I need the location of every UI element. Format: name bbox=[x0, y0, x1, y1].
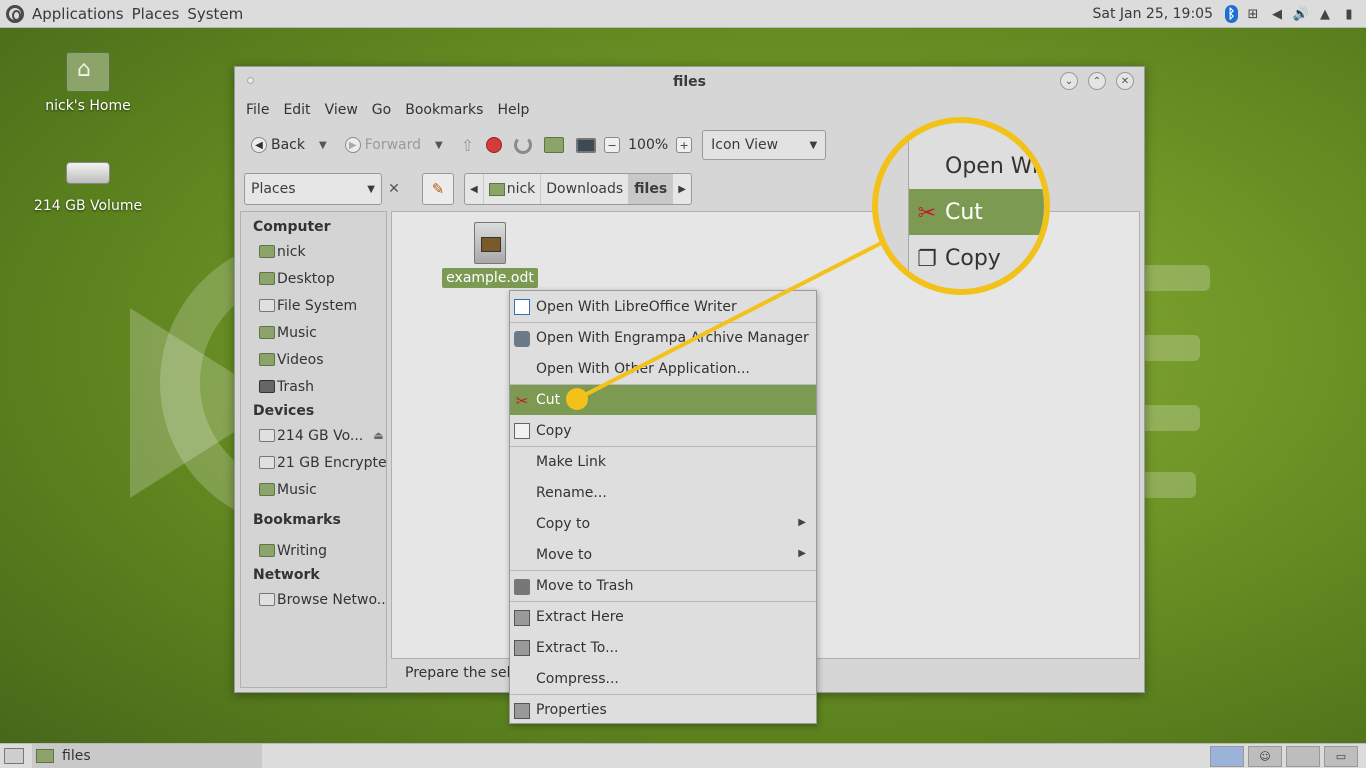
bottom-panel: files ☺ ▭ bbox=[0, 743, 1366, 768]
workspace-3[interactable] bbox=[1286, 746, 1320, 767]
zoom-row-label: Copy bbox=[945, 245, 1001, 271]
zoom-callout: Open Wit ✂ Cut ❐ Copy bbox=[872, 117, 1050, 295]
zoom-row-cut: ✂ Cut bbox=[909, 189, 1044, 235]
taskbar-button-files[interactable]: files bbox=[32, 743, 262, 768]
show-desktop-icon[interactable] bbox=[4, 748, 24, 764]
zoom-callout-menu: Open Wit ✂ Cut ❐ Copy bbox=[908, 123, 1047, 289]
taskbar-label: files bbox=[62, 748, 91, 764]
zoom-row-open-with: Open Wit bbox=[909, 143, 1047, 189]
workspace-4[interactable]: ▭ bbox=[1324, 746, 1358, 767]
callout-line bbox=[576, 235, 894, 401]
copy-icon: ❐ bbox=[917, 246, 937, 272]
scissors-icon: ✂ bbox=[917, 200, 937, 226]
folder-icon bbox=[36, 749, 54, 763]
zoom-row-label: Cut bbox=[945, 199, 983, 225]
zoom-row-copy: ❐ Copy bbox=[909, 235, 1044, 281]
workspace-1[interactable] bbox=[1210, 746, 1244, 767]
workspace-2[interactable]: ☺ bbox=[1248, 746, 1282, 767]
zoom-row-label: Open Wit bbox=[945, 153, 1047, 179]
callout-marker bbox=[566, 388, 588, 410]
